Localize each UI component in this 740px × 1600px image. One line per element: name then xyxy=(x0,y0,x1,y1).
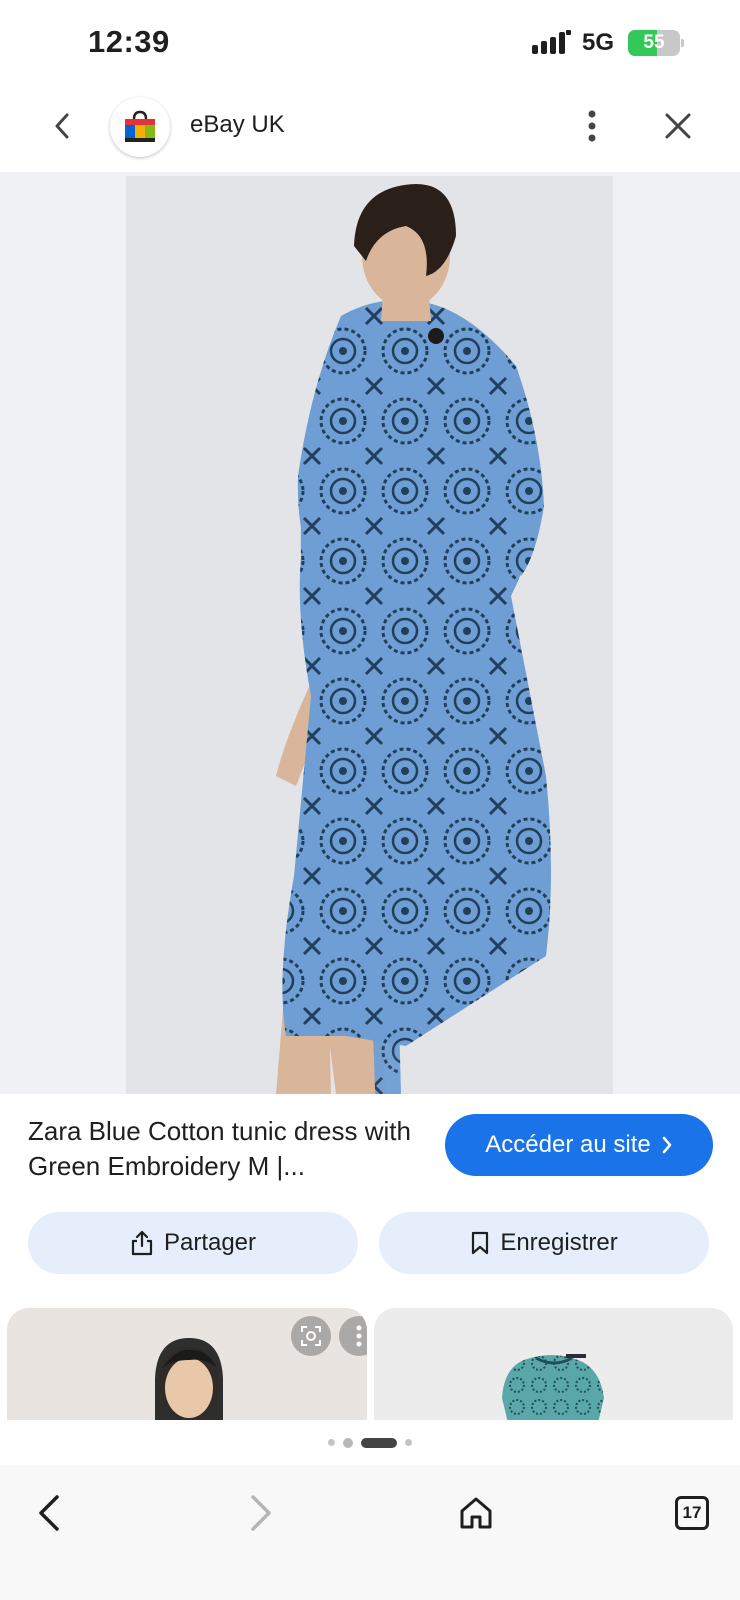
browser-forward-button[interactable] xyxy=(234,1485,290,1541)
status-bar: 12:39 5G 55 xyxy=(0,0,740,84)
signal-icon xyxy=(532,30,571,54)
share-label: Partager xyxy=(163,1229,257,1256)
status-time: 12:39 xyxy=(88,24,170,59)
pager-dot xyxy=(328,1439,335,1446)
network-type: 5G xyxy=(582,29,615,56)
pager-dot xyxy=(405,1439,412,1446)
save-label: Enregistrer xyxy=(500,1229,618,1256)
back-button[interactable] xyxy=(42,106,82,146)
more-vertical-icon xyxy=(356,1325,362,1347)
share-icon xyxy=(131,1230,153,1256)
more-options-button[interactable] xyxy=(572,104,612,148)
image-viewer[interactable] xyxy=(0,172,740,1094)
site-logo[interactable] xyxy=(110,97,170,157)
product-image[interactable] xyxy=(126,176,613,1094)
tabs-count: 17 xyxy=(675,1496,709,1530)
site-name[interactable]: eBay UK xyxy=(190,111,285,139)
save-button[interactable]: Enregistrer xyxy=(379,1212,709,1274)
related-card[interactable] xyxy=(374,1308,733,1420)
browser-back-button[interactable] xyxy=(20,1485,76,1541)
more-vertical-icon xyxy=(588,110,596,142)
close-button[interactable] xyxy=(656,104,700,148)
related-image xyxy=(374,1308,733,1420)
tabs-button[interactable]: 17 xyxy=(664,1485,720,1541)
chevron-left-icon xyxy=(55,113,69,139)
arrow-back-icon xyxy=(39,1495,59,1531)
product-title[interactable]: Zara Blue Cotton tunic dress with Green … xyxy=(28,1114,418,1184)
home-button[interactable] xyxy=(448,1485,504,1541)
pager-dot-active xyxy=(361,1437,397,1448)
lens-icon xyxy=(301,1326,321,1346)
arrow-forward-icon xyxy=(251,1495,271,1531)
top-header: eBay UK xyxy=(0,84,740,172)
battery-icon: 55 xyxy=(628,30,684,56)
visit-site-button[interactable]: Accéder au site xyxy=(445,1114,713,1176)
lens-button[interactable] xyxy=(291,1316,331,1356)
home-icon xyxy=(460,1497,492,1529)
page: 12:39 5G 55 eBay UK Zara Blue Cotton tun… xyxy=(0,0,740,1600)
share-button[interactable]: Partager xyxy=(28,1212,358,1274)
ebay-shopping-bag-icon xyxy=(125,110,155,142)
visit-site-label: Accéder au site xyxy=(485,1131,651,1158)
chevron-right-icon xyxy=(662,1136,671,1154)
pager xyxy=(0,1420,740,1465)
bottom-nav: 17 xyxy=(0,1465,740,1600)
related-results xyxy=(0,1308,740,1420)
bookmark-icon xyxy=(472,1231,489,1255)
action-row: Partager Enregistrer xyxy=(0,1212,740,1274)
close-icon xyxy=(665,113,691,139)
product-info: Zara Blue Cotton tunic dress with Green … xyxy=(0,1094,740,1204)
related-card[interactable] xyxy=(7,1308,367,1420)
pager-dot xyxy=(343,1437,353,1448)
battery-percent: 55 xyxy=(643,32,665,53)
